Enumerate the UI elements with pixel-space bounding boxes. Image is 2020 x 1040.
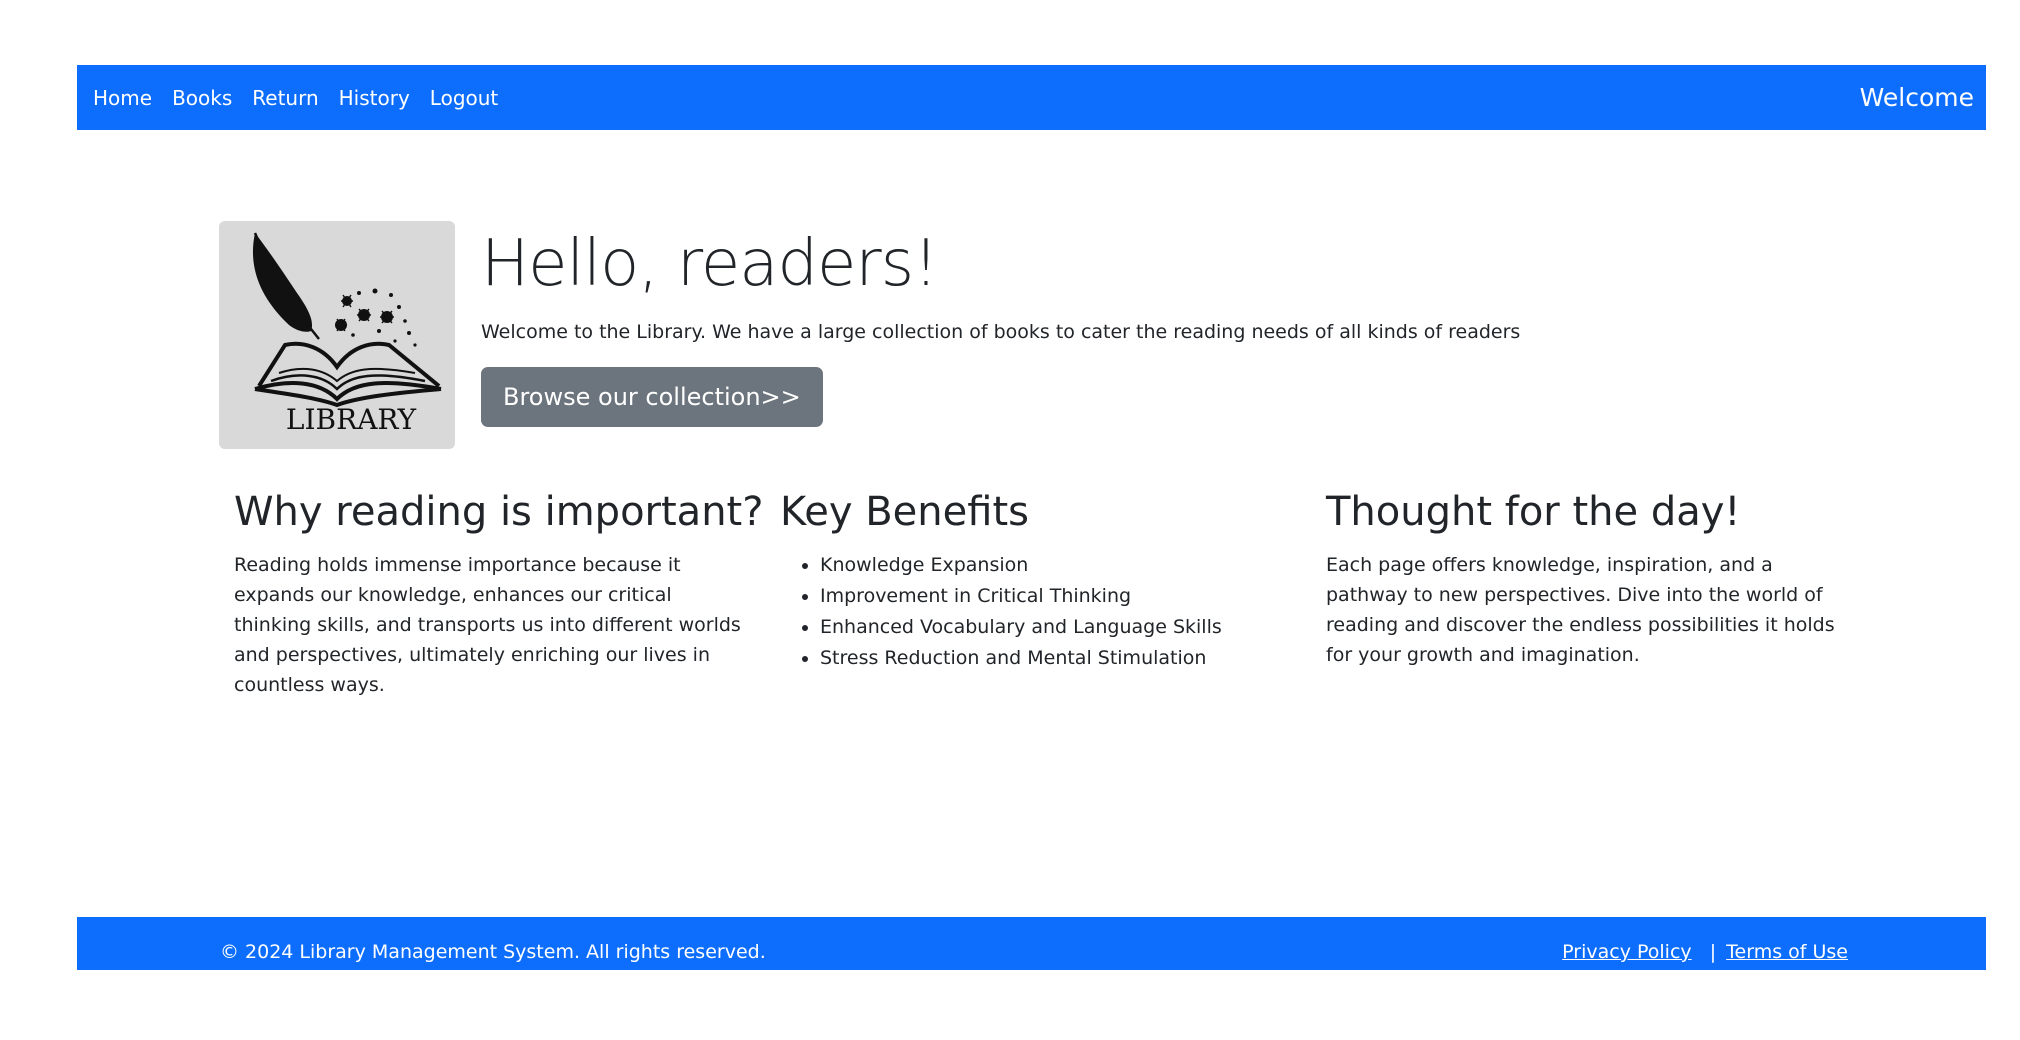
copyright-text: © 2024 Library Management System. All ri… [220, 941, 766, 963]
why-reading-heading: Why reading is important? [234, 489, 764, 535]
hero-section: LIBRARY Hello, readers! Welcome to the L… [219, 221, 1819, 451]
privacy-policy-link[interactable]: Privacy Policy [1562, 941, 1691, 963]
list-item: Knowledge Expansion [820, 550, 1300, 581]
thought-text: Each page offers knowledge, inspiration,… [1326, 554, 1835, 666]
footer: © 2024 Library Management System. All ri… [77, 917, 1986, 970]
why-reading-column: Why reading is important? Reading holds … [234, 488, 764, 700]
why-reading-text: Reading holds immense importance because… [234, 554, 741, 696]
top-navbar: Home Books Return History Logout Welcome [77, 65, 1986, 130]
nav-link-logout[interactable]: Logout [430, 86, 498, 110]
terms-of-use-link[interactable]: Terms of Use [1726, 941, 1848, 963]
list-item: Enhanced Vocabulary and Language Skills [820, 612, 1300, 643]
key-benefits-column: Key Benefits Knowledge Expansion Improve… [780, 488, 1300, 674]
thought-heading: Thought for the day! [1326, 489, 1741, 535]
nav-link-books[interactable]: Books [172, 86, 232, 110]
key-benefits-heading: Key Benefits [780, 489, 1029, 535]
nav-link-return[interactable]: Return [252, 86, 318, 110]
list-item: Stress Reduction and Mental Stimulation [820, 643, 1300, 674]
welcome-text: Welcome [1859, 83, 1974, 112]
benefits-list: Knowledge Expansion Improvement in Criti… [780, 550, 1300, 674]
list-item: Improvement in Critical Thinking [820, 581, 1300, 612]
library-logo: LIBRARY [219, 221, 455, 449]
logo-text: LIBRARY [286, 403, 417, 436]
nav-link-history[interactable]: History [339, 86, 410, 110]
nav-links: Home Books Return History Logout [93, 86, 498, 110]
browse-collection-button[interactable]: Browse our collection>> [481, 367, 823, 427]
footer-links: Privacy Policy | Terms of Use [1562, 941, 1848, 963]
footer-separator: | [1709, 941, 1717, 963]
hero-description: Welcome to the Library. We have a large … [481, 321, 1521, 343]
library-logo-icon: LIBRARY [252, 232, 442, 436]
nav-link-home[interactable]: Home [93, 86, 152, 110]
hero-title: Hello, readers! [481, 227, 939, 301]
thought-column: Thought for the day! Each page offers kn… [1326, 488, 1846, 670]
